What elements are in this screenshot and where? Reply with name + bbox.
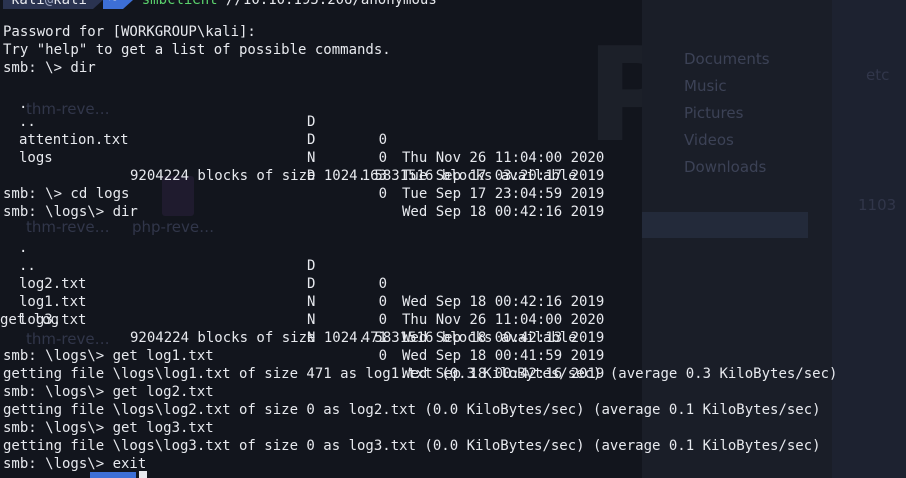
file-date: Wed Sep 18 00:41:59 2019: [402, 348, 605, 364]
listing-row: attention.txt N 163 Tue Sep 17 23:04:59 …: [3, 113, 623, 202]
output-line: getting file \logs\log1.txt of size 471 …: [3, 366, 838, 382]
file-name: logs: [19, 150, 53, 166]
command-argument: //10.10.195.206/anonymous: [226, 0, 437, 8]
prompt-separator-icon: [92, 0, 103, 9]
prompt-username: kali: [11, 0, 45, 8]
listing-row: logs D 0 Wed Sep 18 00:42:16 2019: [3, 131, 623, 220]
output-line: Try "help" to get a list of possible com…: [3, 42, 391, 58]
prompt-separator-icon: [123, 0, 134, 9]
listing-row: log3.txt N 0 Wed Sep 18 00:42:16 2019: [3, 293, 623, 382]
smb-command-line: smb: \> cd logs: [3, 186, 130, 202]
blocks-summary: 9204224 blocks of size 1024. 5831516 blo…: [130, 168, 577, 184]
file-date: Thu Nov 26 11:04:00 2020: [402, 312, 605, 328]
smb-command-line: smb: \> dir: [3, 60, 96, 76]
listing-row: . D 0 Wed Sep 18 00:42:16 2019: [3, 221, 623, 310]
listing-row: . D 0 Thu Nov 26 11:04:00 2020: [3, 77, 623, 166]
smb-command-line: smb: \logs\> get log2.txt: [3, 384, 214, 400]
text-cursor: [139, 471, 147, 478]
file-size: 0: [378, 150, 387, 166]
file-type: N: [307, 150, 316, 166]
file-size: 0: [378, 312, 387, 328]
listing-row: .. D 0 Thu Nov 26 11:04:00 2020: [3, 239, 623, 328]
shell-prompt: kali@kali ~ smbclient //10.10.195.206/ano…: [3, 0, 437, 9]
listing-row: log1.txt N 471 Wed Sep 18 00:41:59 2019: [3, 275, 623, 364]
output-line: get log: [0, 312, 60, 328]
prompt-at: @: [44, 0, 54, 8]
smb-command-line: smb: \logs\> get log1.txt: [3, 348, 214, 364]
prompt-user-segment: kali@kali: [3, 0, 93, 9]
smb-command-line: smb: \logs\> dir: [3, 204, 138, 220]
prompt-segment-fragment: [90, 472, 136, 478]
output-line: getting file \logs\log3.txt of size 0 as…: [3, 438, 821, 454]
output-line: Password for [WORKGROUP\kali]:: [3, 24, 256, 40]
file-date: Tue Sep 17 23:04:59 2019: [402, 186, 605, 202]
blocks-summary: 9204224 blocks of size 1024. 5831516 blo…: [130, 330, 577, 346]
file-size: 0: [378, 348, 387, 364]
file-type: N: [307, 312, 316, 328]
smb-command-line: smb: \logs\> exit: [3, 456, 147, 472]
listing-row: .. D 0 Tue Sep 17 03:20:17 2019: [3, 95, 623, 184]
terminal-output[interactable]: kali@kali ~ smbclient //10.10.195.206/ano…: [0, 0, 906, 478]
file-date: Thu Nov 26 11:04:00 2020: [402, 150, 605, 166]
command-name: smbclient: [141, 0, 218, 8]
file-size: 0: [378, 186, 387, 202]
smb-command-line: smb: \logs\> get log3.txt: [3, 420, 214, 436]
listing-row: log2.txt N 0 Wed Sep 18 00:42:13 2019: [3, 257, 623, 346]
prompt-hostname: kali: [53, 0, 87, 8]
file-date: Wed Sep 18 00:42:16 2019: [402, 204, 605, 220]
output-line: getting file \logs\log2.txt of size 0 as…: [3, 402, 821, 418]
prompt-directory: ~: [102, 0, 124, 9]
